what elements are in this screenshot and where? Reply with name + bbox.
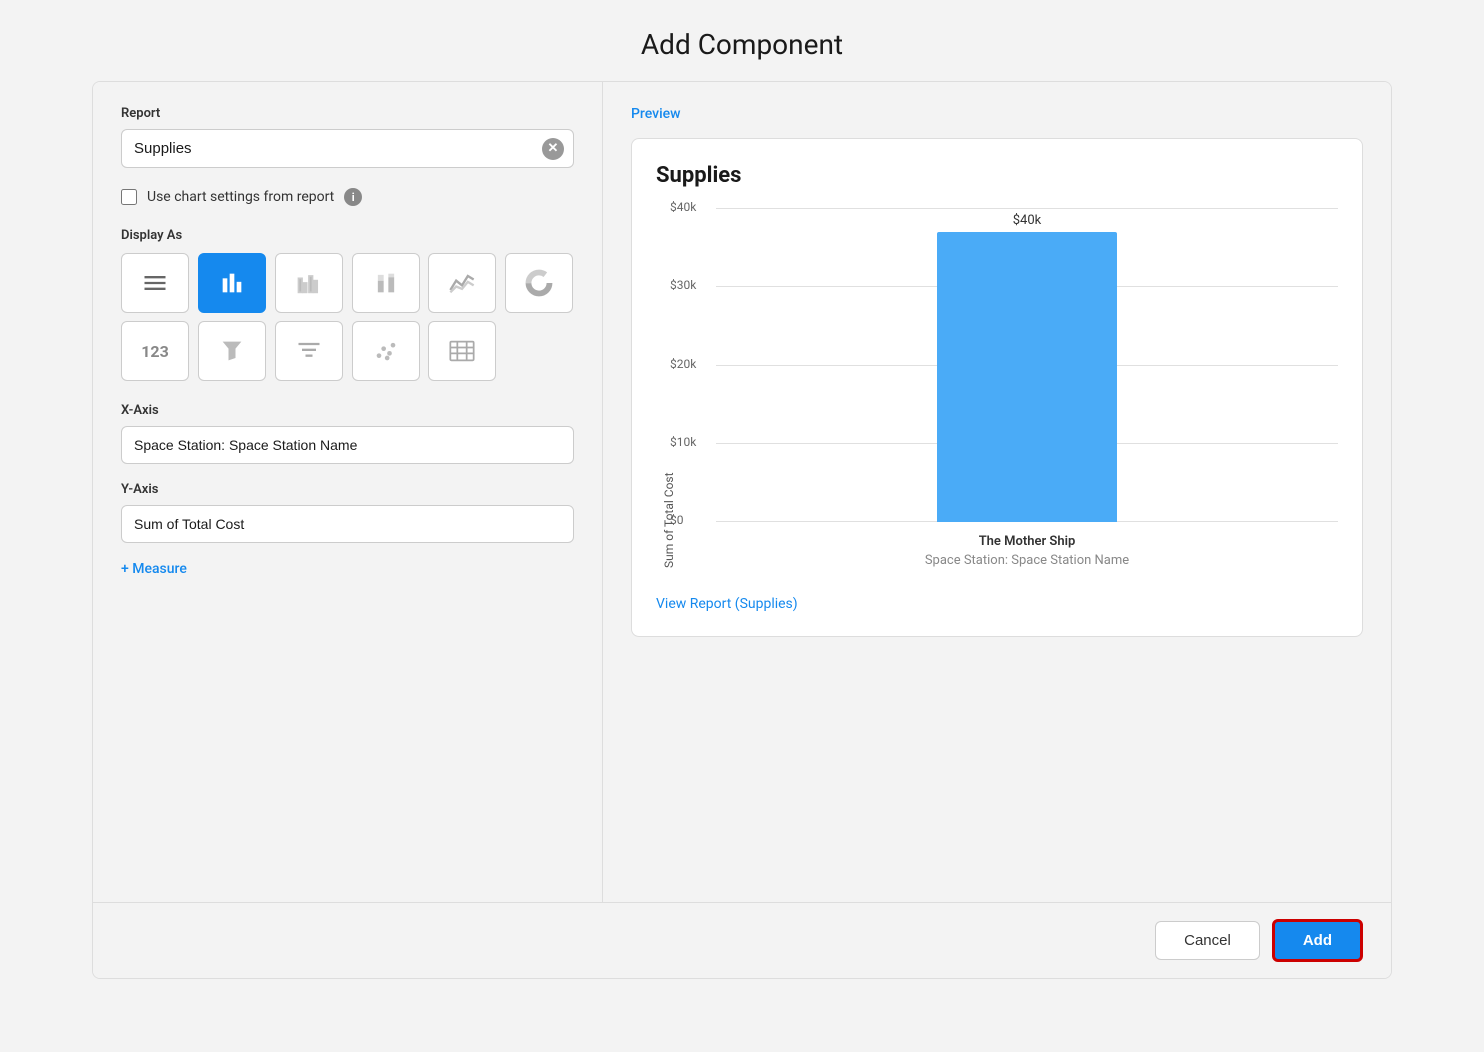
x-axis-field: X-Axis bbox=[121, 403, 574, 464]
chart-inner: $40k $30k $20k $10k bbox=[676, 208, 1338, 568]
x-axis-labels: The Mother Ship Space Station: Space Sta… bbox=[716, 522, 1338, 568]
display-btn-stacked-bar[interactable] bbox=[352, 253, 420, 313]
x-bar-label: The Mother Ship bbox=[716, 534, 1338, 549]
preview-card: Supplies Sum of Total Cost $40k $30k bbox=[631, 138, 1363, 637]
clear-icon[interactable]: ✕ bbox=[542, 138, 564, 160]
x-axis-input[interactable] bbox=[121, 426, 574, 464]
chart-title: Supplies bbox=[656, 163, 1338, 188]
preview-label: Preview bbox=[631, 106, 1363, 122]
modal-footer: Cancel Add bbox=[93, 902, 1391, 978]
display-btn-donut[interactable] bbox=[505, 253, 573, 313]
display-btn-table[interactable] bbox=[121, 253, 189, 313]
view-report-link[interactable]: View Report (Supplies) bbox=[656, 596, 798, 612]
page-title: Add Component bbox=[0, 0, 1484, 81]
right-panel: Preview Supplies Sum of Total Cost $40k bbox=[603, 82, 1391, 902]
info-icon[interactable]: i bbox=[344, 188, 362, 206]
report-label: Report bbox=[121, 106, 574, 121]
display-btn-data-table[interactable] bbox=[428, 321, 496, 381]
display-btn-filter-list[interactable] bbox=[275, 321, 343, 381]
y-tick-0: $0 bbox=[670, 513, 684, 527]
display-btn-scatter[interactable] bbox=[352, 321, 420, 381]
chart-settings-row: Use chart settings from report i bbox=[121, 188, 574, 206]
y-tick-10k: $10k bbox=[670, 435, 696, 449]
cancel-button[interactable]: Cancel bbox=[1155, 921, 1260, 960]
left-panel: Report ✕ Use chart settings from report … bbox=[93, 82, 603, 902]
display-btn-grouped-bar[interactable] bbox=[275, 253, 343, 313]
chart-plot: $40k $30k $20k $10k bbox=[676, 208, 1338, 522]
report-input-wrapper: ✕ bbox=[121, 129, 574, 168]
x-axis-name: Space Station: Space Station Name bbox=[716, 553, 1338, 568]
display-btn-bar-chart[interactable] bbox=[198, 253, 266, 313]
y-axis-label: Y-Axis bbox=[121, 482, 574, 497]
bar bbox=[937, 232, 1117, 522]
y-axis-input[interactable] bbox=[121, 505, 574, 543]
report-input[interactable] bbox=[121, 129, 574, 168]
x-axis-label: X-Axis bbox=[121, 403, 574, 418]
add-button[interactable]: Add bbox=[1272, 919, 1363, 962]
modal-container: Report ✕ Use chart settings from report … bbox=[92, 81, 1392, 979]
display-btn-number[interactable]: 123 bbox=[121, 321, 189, 381]
display-btn-line-chart[interactable] bbox=[428, 253, 496, 313]
add-measure-button[interactable]: + Measure bbox=[121, 561, 574, 577]
display-grid: 123 bbox=[121, 253, 574, 381]
display-as-label: Display As bbox=[121, 228, 574, 243]
y-tick-40k: $40k bbox=[670, 200, 696, 214]
use-chart-settings-checkbox[interactable] bbox=[121, 189, 137, 205]
bar-value-label: $40k bbox=[1013, 213, 1042, 228]
use-chart-settings-label: Use chart settings from report bbox=[147, 189, 334, 205]
display-btn-funnel[interactable] bbox=[198, 321, 266, 381]
y-tick-20k: $20k bbox=[670, 357, 696, 371]
y-tick-30k: $30k bbox=[670, 278, 696, 292]
y-axis-field: Y-Axis bbox=[121, 482, 574, 543]
bars-area: $40k bbox=[716, 208, 1338, 522]
chart-area: Sum of Total Cost $40k $30k bbox=[656, 208, 1338, 568]
bar-wrapper: $40k bbox=[927, 213, 1127, 522]
modal-body: Report ✕ Use chart settings from report … bbox=[93, 82, 1391, 902]
